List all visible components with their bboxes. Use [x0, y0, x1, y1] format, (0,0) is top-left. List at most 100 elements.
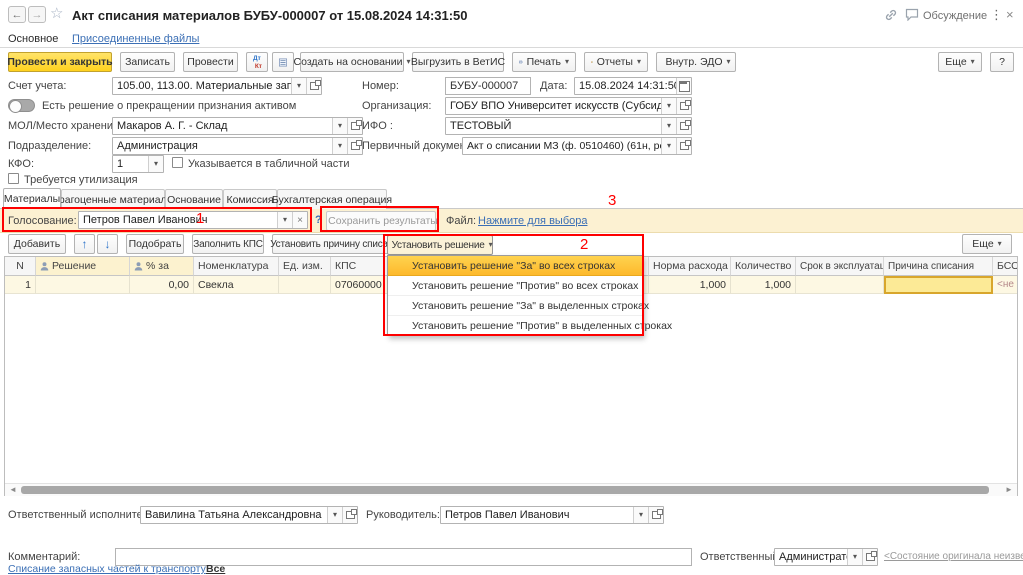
- tab-precious-materials[interactable]: Драгоценные материалы: [61, 189, 165, 209]
- organization-open-button[interactable]: [676, 98, 691, 114]
- reports-button[interactable]: Отчеты: [584, 52, 648, 72]
- cell-n[interactable]: 1: [5, 276, 36, 294]
- responsible-field[interactable]: Администратор: [774, 548, 878, 566]
- kfo-in-table-checkbox[interactable]: [172, 157, 183, 168]
- set-decision-button[interactable]: Установить решение: [387, 235, 493, 255]
- all-link[interactable]: Все: [206, 563, 225, 575]
- scroll-left-icon[interactable]: ◄: [9, 486, 17, 494]
- add-row-button[interactable]: Добавить: [8, 234, 66, 254]
- back-button[interactable]: ←: [8, 6, 26, 23]
- account-field[interactable]: 105.00, 113.00. Материальные запасы, Би: [112, 77, 322, 95]
- executor-dropdown-button[interactable]: [327, 507, 342, 523]
- account-open-button[interactable]: [306, 78, 321, 94]
- voting-clear-button[interactable]: [292, 212, 307, 228]
- menu-item-against-selected-rows[interactable]: Установить решение "Против" в выделенных…: [388, 316, 642, 335]
- help-button[interactable]: ?: [990, 52, 1014, 72]
- post-button[interactable]: Провести: [183, 52, 238, 72]
- favorite-star-icon[interactable]: ☆: [50, 4, 63, 22]
- recognition-toggle[interactable]: [8, 99, 35, 112]
- voting-dropdown-button[interactable]: [277, 212, 292, 228]
- executor-open-button[interactable]: [342, 507, 357, 523]
- internal-edo-button[interactable]: Внутр. ЭДО: [656, 52, 736, 72]
- tab-materials[interactable]: Материалы: [3, 188, 61, 209]
- kfo-in-table-label: Указывается в табличной части: [188, 158, 349, 170]
- scrollbar-thumb[interactable]: [21, 486, 989, 494]
- write-button[interactable]: Записать: [120, 52, 175, 72]
- cell-nomenclature[interactable]: Свекла: [194, 276, 279, 294]
- department-open-button[interactable]: [347, 138, 362, 154]
- register-records-button[interactable]: [272, 52, 294, 72]
- horizontal-scrollbar[interactable]: ◄ ►: [5, 483, 1017, 496]
- cell-norm[interactable]: 1,000: [649, 276, 731, 294]
- get-link-icon[interactable]: [884, 8, 898, 25]
- ifo-open-button[interactable]: [676, 118, 691, 134]
- table-more-button[interactable]: Еще: [962, 234, 1012, 254]
- create-based-on-button[interactable]: Создать на основании: [300, 52, 404, 72]
- responsible-dropdown-button[interactable]: [847, 549, 862, 565]
- cell-bso[interactable]: <не ис: [993, 276, 1017, 294]
- mol-field[interactable]: Макаров А. Г. - Склад: [112, 117, 363, 135]
- debit-credit-button[interactable]: [246, 52, 268, 72]
- cell-reason-active[interactable]: [884, 276, 993, 294]
- voting-field[interactable]: Петров Павел Иванович: [78, 211, 308, 229]
- tab-accounting-operation[interactable]: Бухгалтерская операция: [277, 189, 387, 209]
- kfo-dropdown-button[interactable]: [148, 156, 163, 172]
- primary-doc-open-button[interactable]: [676, 138, 691, 154]
- date-field[interactable]: 15.08.2024 14:31:50: [574, 77, 692, 95]
- file-label: Файл:: [446, 215, 476, 227]
- cell-qty[interactable]: 1,000: [731, 276, 796, 294]
- forward-button[interactable]: →: [28, 6, 46, 23]
- vetis-export-button[interactable]: Выгрузить в ВетИС: [412, 52, 504, 72]
- close-icon[interactable]: ×: [1006, 7, 1014, 22]
- discussion-label[interactable]: Обсуждение: [923, 10, 987, 22]
- cell-lifetime[interactable]: [796, 276, 884, 294]
- post-and-close-button[interactable]: Провести и закрыть: [8, 52, 112, 72]
- scroll-right-icon[interactable]: ►: [1005, 486, 1013, 494]
- print-button[interactable]: Печать: [512, 52, 576, 72]
- head-field[interactable]: Петров Павел Иванович: [440, 506, 664, 524]
- primary-doc-field[interactable]: Акт о списании МЗ (ф. 0510460) (61н, ред…: [462, 137, 692, 155]
- move-down-button[interactable]: ↓: [97, 234, 118, 254]
- menu-item-against-all-rows[interactable]: Установить решение "Против" во всех стро…: [388, 276, 642, 296]
- department-field[interactable]: Администрация: [112, 137, 363, 155]
- number-field[interactable]: БУБУ-000007: [445, 77, 531, 95]
- account-dropdown-button[interactable]: [291, 78, 306, 94]
- mol-dropdown-button[interactable]: [332, 118, 347, 134]
- spare-parts-writeoff-link[interactable]: Списание запасных частей к транспорту: [8, 563, 206, 575]
- move-up-button[interactable]: ↑: [74, 234, 95, 254]
- head-dropdown-button[interactable]: [633, 507, 648, 523]
- original-state-link[interactable]: <Состояние оригинала неизвестно>: [884, 551, 1023, 562]
- cell-percent[interactable]: 0,00: [130, 276, 194, 294]
- set-reason-button[interactable]: Установить причину списания: [272, 234, 402, 254]
- fill-kps-button[interactable]: Заполнить КПС: [192, 234, 264, 254]
- save-results-button[interactable]: Сохранить результаты: [326, 211, 436, 231]
- tab-commission[interactable]: Комиссия: [223, 189, 277, 209]
- menu-item-for-all-rows[interactable]: Установить решение "За" во всех строках: [388, 256, 642, 276]
- tab-basis[interactable]: Основание: [165, 189, 223, 209]
- discussion-bubble-icon[interactable]: [905, 8, 919, 24]
- ifo-dropdown-button[interactable]: [661, 118, 676, 134]
- annotation-number-3: 3: [608, 192, 616, 209]
- kebab-menu-icon[interactable]: ⋮: [990, 7, 1003, 23]
- executor-field[interactable]: Вавилина Татьяна Александровна: [140, 506, 358, 524]
- menu-item-for-selected-rows[interactable]: Установить решение "За" в выделенных стр…: [388, 296, 642, 316]
- organization-field[interactable]: ГОБУ ВПО Университет искусств (Субсидия): [445, 97, 692, 115]
- date-calendar-button[interactable]: [676, 78, 691, 94]
- kfo-field[interactable]: 1: [112, 155, 164, 173]
- department-dropdown-button[interactable]: [332, 138, 347, 154]
- utilization-checkbox[interactable]: [8, 173, 19, 184]
- ifo-field[interactable]: ТЕСТОВЫЙ: [445, 117, 692, 135]
- tab-attached-files[interactable]: Присоединенные файлы: [72, 33, 199, 45]
- file-select-link[interactable]: Нажмите для выбора: [478, 215, 587, 227]
- head-open-button[interactable]: [648, 507, 663, 523]
- mol-open-button[interactable]: [347, 118, 362, 134]
- organization-dropdown-button[interactable]: [661, 98, 676, 114]
- cell-unit[interactable]: [279, 276, 331, 294]
- cell-decision[interactable]: [36, 276, 130, 294]
- voting-help-link[interactable]: ?: [315, 214, 322, 226]
- pick-button[interactable]: Подобрать: [126, 234, 184, 254]
- tab-main[interactable]: Основное: [8, 33, 58, 45]
- more-button[interactable]: Еще: [938, 52, 982, 72]
- responsible-open-button[interactable]: [862, 549, 877, 565]
- primary-doc-dropdown-button[interactable]: [661, 138, 676, 154]
